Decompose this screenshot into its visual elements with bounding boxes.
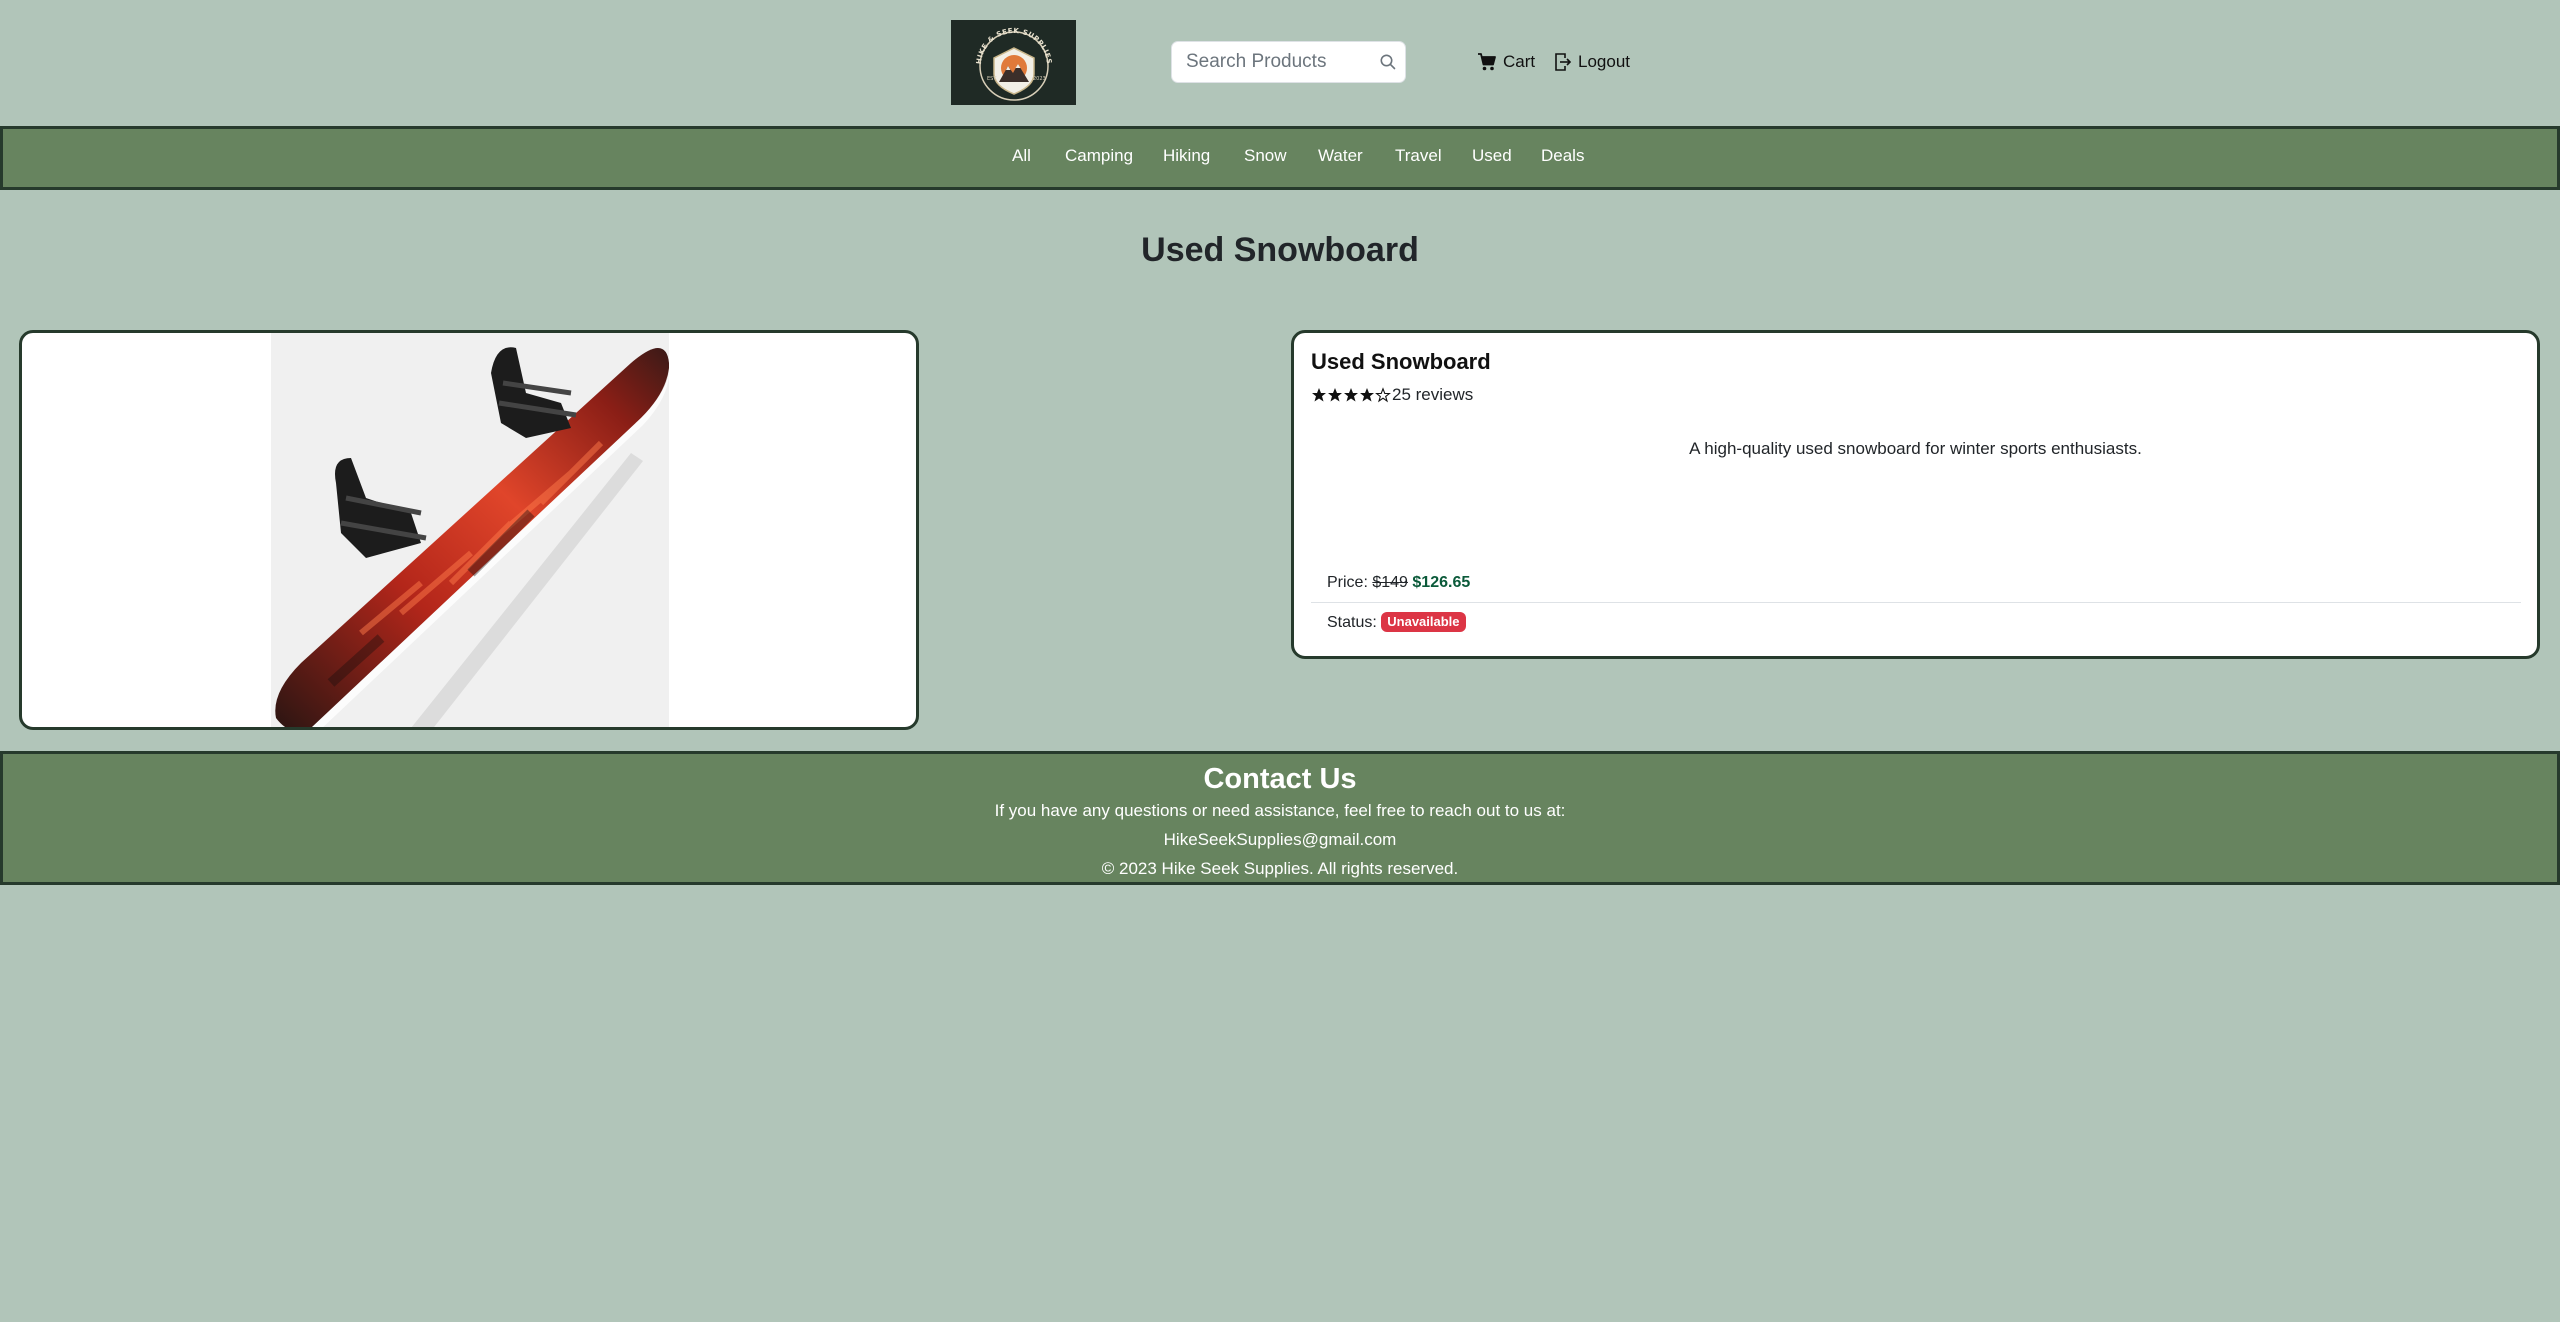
star-filled-icon: [1312, 388, 1326, 402]
nav-item-all[interactable]: All: [1012, 146, 1031, 166]
price-label: Price:: [1327, 574, 1368, 591]
footer-email[interactable]: HikeSeekSupplies@gmail.com: [3, 829, 2557, 851]
product-rating: 25 reviews: [1311, 385, 1473, 405]
product-name: Used Snowboard: [1311, 349, 1491, 374]
nav-item-used[interactable]: Used: [1472, 146, 1512, 166]
sale-price: $126.65: [1412, 574, 1471, 591]
reviews-count: 25 reviews: [1392, 385, 1474, 404]
product-image-card: [19, 330, 919, 730]
old-price: $149: [1372, 574, 1408, 591]
product-image: [271, 333, 670, 727]
nav-item-snow[interactable]: Snow: [1244, 146, 1287, 166]
page-title: Used Snowboard: [1141, 231, 1419, 269]
snowboard-image-icon: [271, 333, 670, 727]
star-filled-icon: [1328, 388, 1342, 402]
product-description: A high-quality used snowboard for winter…: [1689, 439, 2142, 458]
search-icon[interactable]: [1379, 53, 1397, 71]
logout-icon: [1555, 53, 1572, 71]
footer-title: Contact Us: [1203, 763, 1357, 795]
logout-link[interactable]: Logout: [1554, 50, 1630, 74]
cart-label: Cart: [1503, 52, 1536, 71]
nav-item-deals[interactable]: Deals: [1541, 146, 1584, 166]
star-filled-icon: [1360, 388, 1374, 402]
site-logo[interactable]: HIKE & SEEK SUPPLIES EST. 2023: [951, 20, 1076, 105]
logo-year: 2023: [1033, 76, 1046, 82]
nav-item-hiking[interactable]: Hiking: [1163, 146, 1210, 166]
star-empty-icon: [1375, 387, 1391, 403]
product-details-card: Used Snowboard 25 reviews A high-quality…: [1291, 330, 2540, 659]
status-badge: Unavailable: [1381, 611, 1466, 632]
rating-stars: [1311, 387, 1391, 403]
footer-copyright: © 2023 Hike Seek Supplies. All rights re…: [1101, 859, 1459, 878]
logo-est: EST.: [987, 76, 998, 82]
cart-link[interactable]: Cart: [1477, 50, 1535, 74]
cart-icon: [1478, 53, 1496, 71]
search-input[interactable]: [1186, 42, 1366, 82]
logout-label: Logout: [1578, 52, 1630, 71]
nav-item-water[interactable]: Water: [1318, 146, 1363, 166]
nav-item-camping[interactable]: Camping: [1065, 146, 1133, 166]
search-box: [1171, 41, 1406, 83]
star-filled-icon: [1344, 388, 1358, 402]
footer-message: If you have any questions or need assist…: [994, 801, 1566, 820]
status-row: Status: Unavailable: [1311, 603, 2521, 643]
logo-emblem-icon: HIKE & SEEK SUPPLIES EST. 2023: [951, 20, 1076, 105]
category-navbar: All Camping Hiking Snow Water Travel Use…: [0, 126, 2560, 190]
price-row: Price: $149 $126.65: [1311, 563, 2521, 603]
site-footer: Contact Us If you have any questions or …: [0, 751, 2560, 885]
status-label: Status:: [1327, 614, 1377, 631]
site-header: HIKE & SEEK SUPPLIES EST. 2023 Cart: [0, 0, 2560, 126]
nav-item-travel[interactable]: Travel: [1395, 146, 1442, 166]
